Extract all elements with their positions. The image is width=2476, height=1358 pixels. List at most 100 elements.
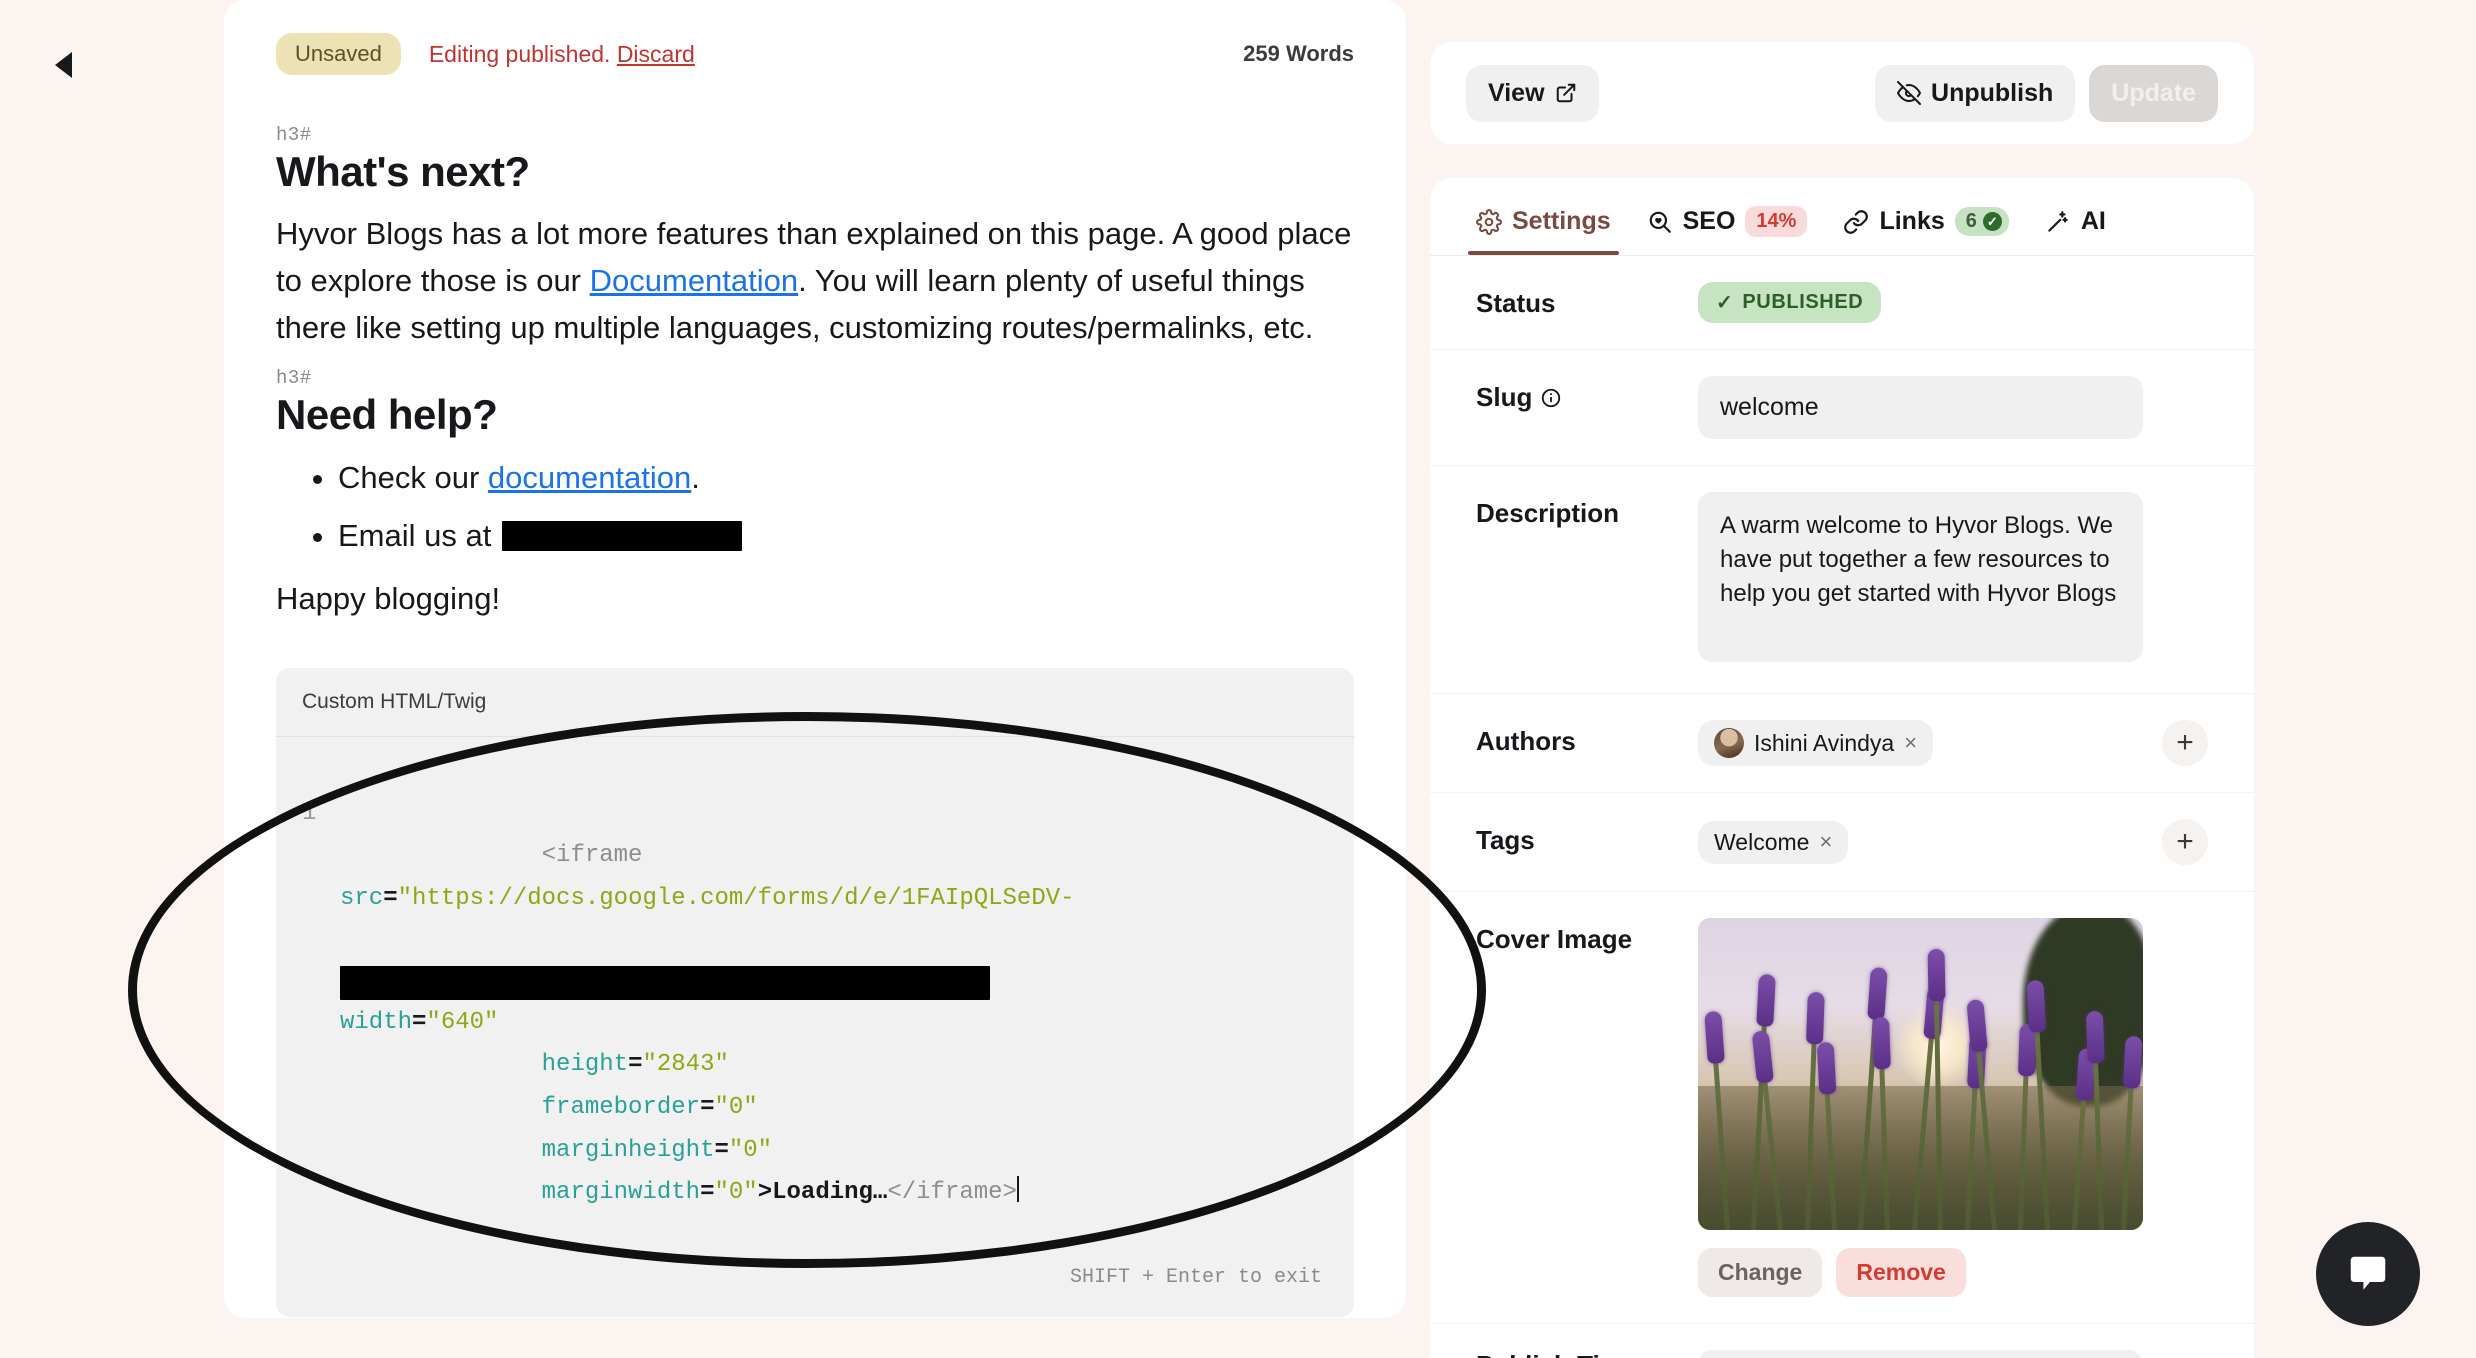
code-token-eq-6: = [700,1179,715,1207]
unpublish-button[interactable]: Unpublish [1875,64,2076,122]
code-widget-title: Custom HTML/Twig [276,667,1354,737]
tab-ai[interactable]: AI [2045,207,2106,254]
tab-settings[interactable]: Settings [1468,207,1619,255]
close-icon[interactable]: × [1904,730,1917,756]
list-item[interactable]: Email us at [338,511,1354,561]
code-token-val-marginwidth: "0" [714,1179,758,1207]
discard-link[interactable]: Discard [617,41,695,67]
add-tag-button[interactable]: + [2162,819,2208,865]
add-author-button[interactable]: + [2162,720,2208,766]
documentation-link-2[interactable]: documentation [488,460,691,495]
app-root: Unsaved Editing published. Discard 259 W… [0,0,2476,1358]
code-token-inner-text: Loading… [772,1179,888,1207]
slug-label-text: Slug [1476,382,1533,412]
code-editor-area[interactable]: 1 <iframe src="https://docs.google.com/fo… [276,736,1354,1317]
sidebar-column: View Unpublish Update Settings SEO 14% L… [1430,0,2304,1358]
code-token-eq-5: = [714,1136,729,1164]
tags-control: Welcome × + [1698,819,2208,865]
code-token-eq-4: = [700,1093,715,1121]
list-item[interactable]: Check our documentation. [338,453,1354,503]
code-token-attr-marginheight: marginheight [541,1136,715,1164]
list-item-text-post: . [691,460,700,496]
code-line-1[interactable]: 1 <iframe src="https://docs.google.com/fo… [302,793,1328,1258]
line-number: 1 [302,799,317,827]
tab-seo[interactable]: SEO 14% [1647,206,1808,255]
redacted-email-block [501,520,742,551]
field-row-cover-image: Cover Image Change Remove [1430,892,2254,1324]
paragraph-whats-next[interactable]: Hyvor Blogs has a lot more features than… [276,210,1354,351]
code-token-eq-1: = [383,885,398,913]
field-row-authors: Authors Ishini Avindya × + [1430,694,2254,793]
code-token-open-tag: <iframe [541,842,657,870]
remove-cover-button[interactable]: Remove [1836,1248,1966,1297]
editor-status-bar: Unsaved Editing published. Discard 259 W… [224,0,1406,108]
custom-html-twig-widget[interactable]: Custom HTML/Twig 1 <iframe src="https://d… [276,667,1354,1317]
editor-column: Unsaved Editing published. Discard 259 W… [224,0,1406,1358]
code-token-val-height: "2843" [642,1051,729,1079]
block-tag-h3-1: h3# [276,124,312,146]
slug-input[interactable] [1698,376,2143,439]
update-button-label: Update [2111,78,2196,107]
sidebar-tabs: Settings SEO 14% Links 6 ✓ AI [1430,178,2254,256]
field-row-publish-time: Publish Time [1430,1324,2254,1358]
seo-score-badge: 14% [1745,206,1808,237]
link-icon [1843,209,1869,235]
code-token-val-frameborder: "0" [714,1093,758,1121]
links-count-value: 6 [1965,210,1977,232]
code-token-attr-frameborder: frameborder [541,1093,701,1121]
block-tag-h3-2: h3# [276,367,312,390]
sidebar-settings-panel: Settings SEO 14% Links 6 ✓ AI Status ✓ P… [1430,178,2254,1358]
magic-wand-icon [2045,209,2071,235]
unsaved-badge: Unsaved [276,33,401,75]
editor-card: Unsaved Editing published. Discard 259 W… [224,0,1406,1318]
avatar [1714,728,1744,758]
list-item-text-pre: Check our [338,460,488,496]
code-token-val-width: "640" [426,1008,499,1036]
list-item-text-email: Email us at [338,517,500,553]
text-caret [1016,1176,1019,1203]
chat-bubble-icon [2345,1251,2391,1297]
author-chip-label: Ishini Avindya [1754,729,1895,756]
eye-off-icon [1897,81,1922,105]
code-token-gt: > [757,1179,773,1207]
code-token-attr-width: width [340,1008,413,1036]
authors-control: Ishini Avindya × + [1698,720,2208,766]
code-token-attr-marginwidth: marginwidth [541,1179,701,1207]
external-link-icon [1555,82,1577,104]
status-label: Status [1476,288,1556,318]
document-body[interactable]: h3# What's next? Hyvor Blogs has a lot m… [224,108,1406,1318]
field-row-tags: Tags Welcome × + [1430,793,2254,892]
page-heading-need-help[interactable]: Need help? [276,391,1354,439]
help-list[interactable]: Check our documentation. Email us at [276,453,1354,560]
triangle-left-icon[interactable] [55,52,72,78]
unpublish-button-label: Unpublish [1931,78,2054,107]
code-token-url: "https://docs.google.com/forms/d/e/1FAIp… [397,885,1075,913]
update-button[interactable]: Update [2089,64,2218,122]
left-rail [0,0,224,1358]
editing-published-note: Editing published. Discard [429,41,695,68]
change-cover-button[interactable]: Change [1698,1248,1823,1297]
closing-line[interactable]: Happy blogging! [276,575,1354,622]
page-heading-whats-next[interactable]: What's next? [276,148,1354,196]
chat-launcher-button[interactable] [2316,1222,2420,1326]
close-icon[interactable]: × [1819,829,1832,855]
documentation-link-1[interactable]: Documentation [590,263,799,298]
gear-icon [1476,208,1502,235]
tab-links[interactable]: Links 6 ✓ [1843,207,2009,254]
author-chip[interactable]: Ishini Avindya × [1698,720,1934,766]
description-textarea[interactable]: A warm welcome to Hyvor Blogs. We have p… [1698,492,2143,662]
status-badge[interactable]: ✓ PUBLISHED [1698,282,1882,323]
info-icon[interactable] [1540,387,1562,409]
cover-image-preview[interactable] [1698,918,2143,1230]
code-token-attr-height: height [541,1051,629,1079]
tag-chip[interactable]: Welcome × [1698,820,1849,864]
publish-time-input[interactable] [1698,1350,2143,1358]
cover-image-actions: Change Remove [1698,1248,2143,1297]
tag-chip-label: Welcome [1714,828,1810,855]
view-button[interactable]: View [1466,64,1599,122]
publish-time-label: Publish Time [1476,1350,1698,1358]
field-row-slug: Slug [1430,350,2254,466]
check-icon: ✓ [1716,292,1734,314]
code-token-eq-2: = [412,1008,427,1036]
field-row-status: Status ✓ PUBLISHED [1430,256,2254,350]
